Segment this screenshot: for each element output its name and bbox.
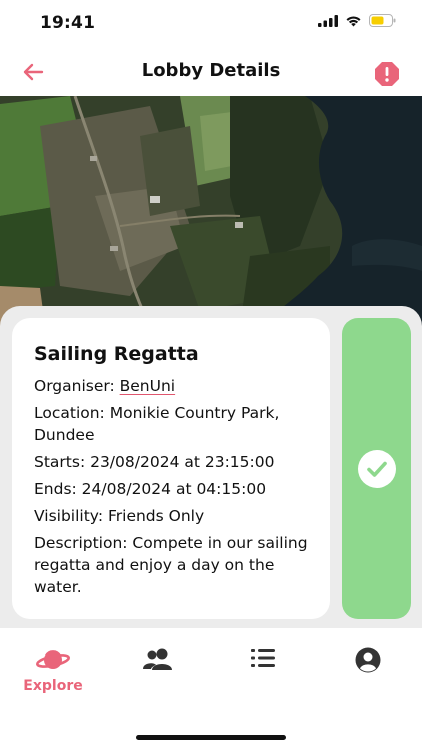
- visibility-text: Visibility: Friends Only: [34, 507, 205, 525]
- profile-icon: [355, 647, 381, 673]
- report-button[interactable]: [373, 60, 401, 88]
- wifi-icon: [346, 16, 361, 26]
- friends-icon: [143, 648, 172, 670]
- page-title: Lobby Details: [141, 60, 281, 81]
- location-text: Location: Monikie Country Park, Dundee: [34, 404, 280, 444]
- status-icons: [318, 14, 396, 27]
- map-view[interactable]: [0, 96, 422, 326]
- organiser-label: Organiser:: [34, 377, 120, 395]
- status-time: 19:41: [40, 13, 96, 33]
- tab-friends[interactable]: [118, 646, 198, 706]
- tab-explore[interactable]: Explore: [13, 646, 93, 706]
- lobby-info-card: Sailing Regatta Organiser: BenUni Locati…: [12, 318, 330, 619]
- list-icon: [251, 649, 275, 667]
- battery-icon: [369, 14, 396, 27]
- check-circle: [357, 449, 396, 488]
- satellite-map-image: [0, 96, 422, 326]
- organiser-link[interactable]: BenUni: [120, 377, 175, 395]
- tab-profile[interactable]: [328, 646, 408, 706]
- start-time-text: Starts: 23/08/2024 at 23:15:00: [34, 453, 275, 471]
- status-bar: 19:41: [0, 0, 422, 48]
- tab-explore-label: Explore: [23, 678, 83, 694]
- check-icon: [366, 461, 387, 477]
- lobby-title: Sailing Regatta: [34, 343, 199, 365]
- planet-icon: [36, 650, 70, 669]
- organiser-row: Organiser: BenUni: [34, 375, 312, 397]
- tab-bar: Explore: [0, 628, 422, 750]
- cellular-signal-icon: [318, 14, 338, 27]
- description-text: Description: Compete in our sailing rega…: [34, 534, 308, 596]
- alert-octagon-icon: [375, 62, 399, 86]
- nav-bar: Lobby Details: [0, 48, 422, 96]
- tab-list[interactable]: [223, 646, 303, 706]
- home-indicator: [136, 735, 286, 740]
- join-lobby-button[interactable]: [342, 318, 411, 619]
- end-time-text: Ends: 24/08/2024 at 04:15:00: [34, 480, 267, 498]
